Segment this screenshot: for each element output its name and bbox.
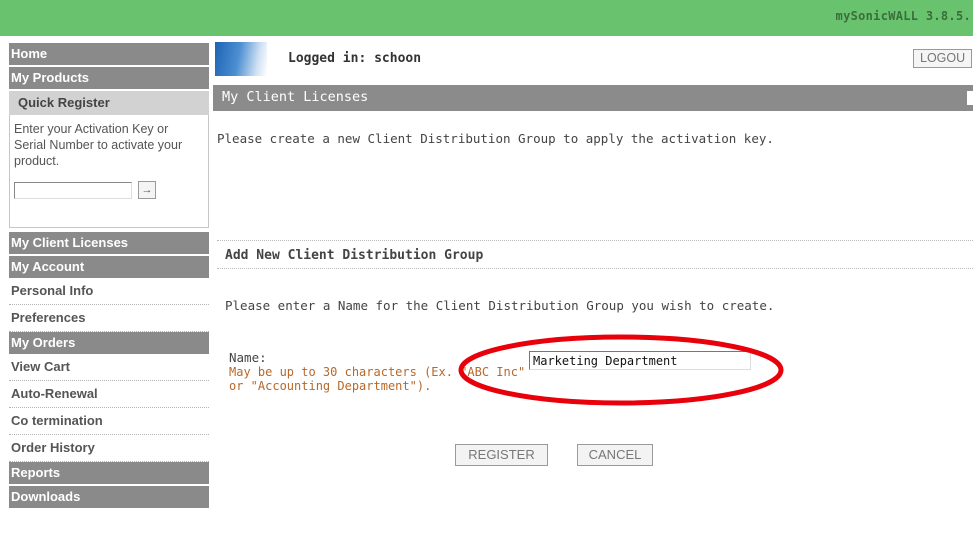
sidebar-item-order-history[interactable]: Order History [9, 435, 209, 462]
logout-button[interactable]: LOGOU [913, 49, 973, 68]
sidebar-item-view-cart[interactable]: View Cart [9, 354, 209, 381]
sidebar-item-co-termination[interactable]: Co termination [9, 408, 209, 435]
register-button[interactable]: REGISTER [455, 444, 548, 466]
sidebar-item-my-orders[interactable]: My Orders [9, 332, 209, 354]
highlight-ellipse [458, 334, 784, 406]
sidebar-item-my-account[interactable]: My Account [9, 256, 209, 278]
intro-text: Please create a new Client Distribution … [217, 131, 774, 146]
quick-register-text: Enter your Activation Key or Serial Numb… [14, 122, 183, 168]
sidebar-item-personal-info[interactable]: Personal Info [9, 278, 209, 305]
sidebar-item-home[interactable]: Home [9, 43, 209, 65]
activation-key-input[interactable] [14, 181, 132, 199]
divider-bottom [217, 268, 973, 269]
subsection-title: Add New Client Distribution Group [225, 248, 484, 263]
brand-title: mySonicWALL 3.8.5. [835, 9, 971, 23]
sidebar-item-reports[interactable]: Reports [9, 462, 209, 484]
sonicwall-logo [215, 42, 267, 76]
sidebar-item-my-client-licenses[interactable]: My Client Licenses [9, 232, 209, 254]
arrow-right-icon[interactable]: → [138, 181, 156, 199]
quick-register-heading: Quick Register [9, 91, 209, 115]
sidebar: Home My Products Quick Register Enter yo… [9, 43, 209, 510]
page-title: My Client Licenses [222, 89, 369, 105]
sidebar-item-preferences[interactable]: Preferences [9, 305, 209, 332]
quick-register-panel: Enter your Activation Key or Serial Numb… [9, 115, 209, 228]
sidebar-item-auto-renewal[interactable]: Auto-Renewal [9, 381, 209, 408]
quick-register-form: → [14, 181, 202, 199]
divider-top [217, 240, 973, 241]
section-header: My Client Licenses [213, 85, 973, 111]
logged-in-status: Logged in: schoon [288, 51, 422, 66]
instruction-text: Please enter a Name for the Client Distr… [225, 298, 775, 313]
cancel-button[interactable]: CANCEL [577, 444, 653, 466]
top-bar: mySonicWALL 3.8.5. [0, 0, 973, 36]
sidebar-item-downloads[interactable]: Downloads [9, 486, 209, 508]
sidebar-item-my-products[interactable]: My Products [9, 67, 209, 89]
name-label: Name: [229, 350, 267, 365]
header-toggle-button[interactable] [967, 91, 973, 105]
